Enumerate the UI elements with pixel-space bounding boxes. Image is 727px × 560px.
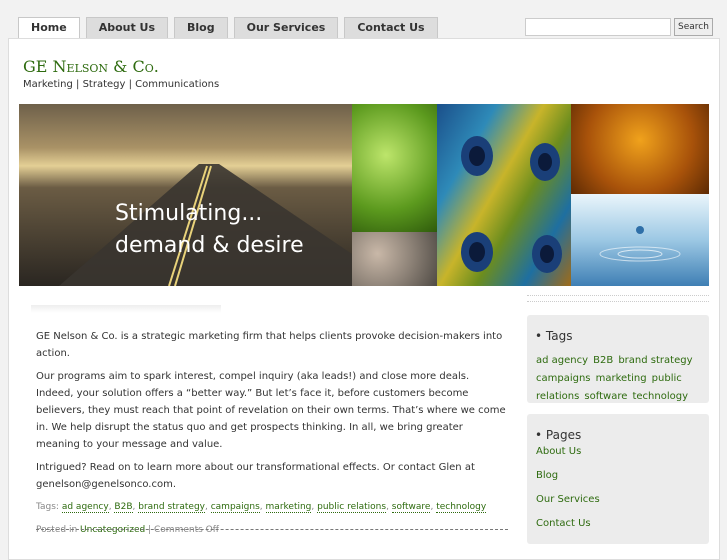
post-tags: Tags: ad agency, B2B, brand strategy, ca…: [36, 502, 487, 513]
site-description: Marketing | Strategy | Communications: [23, 79, 220, 90]
bees-honeycomb-image: [571, 104, 709, 194]
tag-cloud-link[interactable]: technology: [632, 391, 688, 402]
tags-label: Tags:: [36, 502, 59, 512]
pages-widget: • Pages About Us Blog Our Services Conta…: [527, 414, 709, 544]
tag-link[interactable]: brand strategy: [138, 502, 205, 513]
page-link-our-services[interactable]: Our Services: [536, 494, 600, 505]
tag-link[interactable]: ad agency: [61, 502, 109, 513]
tag-cloud: ad agency B2B brand strategy campaigns m…: [536, 350, 706, 404]
tags-widget-title-text: Tags: [545, 329, 573, 343]
tag-cloud-link[interactable]: B2B: [593, 355, 613, 366]
water-ripple-graphic: [599, 226, 681, 262]
tag-link[interactable]: technology: [436, 502, 487, 513]
leaf-droplets-image: [352, 104, 437, 232]
sidebar-divider: [527, 301, 709, 302]
tag-link[interactable]: B2B: [114, 502, 133, 513]
post-content: GE Nelson & Co. is a strategic marketing…: [36, 328, 506, 539]
tags-widget: • Tags ad agency B2B brand strategy camp…: [527, 315, 709, 403]
tag-cloud-link[interactable]: brand strategy: [618, 355, 692, 366]
post-meta: Posted in Uncategorized | Comments Off: [36, 525, 219, 535]
tab-blog[interactable]: Blog: [174, 17, 228, 38]
page-link-contact-us[interactable]: Contact Us: [536, 518, 591, 529]
comments-status: Comments Off: [154, 525, 219, 535]
tag-cloud-link[interactable]: campaigns: [536, 373, 591, 384]
search-button[interactable]: Search: [674, 18, 713, 36]
banner-line-2: demand & desire: [115, 233, 304, 258]
post-paragraph: Intrigued? Read on to learn more about o…: [36, 462, 475, 490]
banner-line-1: Stimulating...: [115, 201, 263, 226]
main-nav: Home About Us Blog Our Services Contact …: [18, 17, 438, 38]
tab-our-services[interactable]: Our Services: [233, 17, 339, 38]
post-paragraph: Our programs aim to spark interest, comp…: [36, 371, 506, 450]
tab-contact-us[interactable]: Contact Us: [344, 17, 438, 38]
tag-cloud-link[interactable]: software: [584, 391, 627, 402]
site-title[interactable]: GE Nelson & Co.: [23, 57, 159, 76]
pages-list: About Us Blog Our Services Contact Us: [536, 440, 600, 536]
posted-label: Posted in: [36, 525, 78, 535]
sidebar-divider: [527, 295, 709, 296]
page-container: GE Nelson & Co. Marketing | Strategy | C…: [8, 38, 720, 560]
tag-link[interactable]: public relations: [317, 502, 387, 513]
tag-link[interactable]: campaigns: [210, 502, 260, 513]
road-image: Stimulating... demand & desire: [19, 104, 352, 286]
search-form: Search: [525, 18, 713, 36]
tag-cloud-link[interactable]: ad agency: [536, 355, 588, 366]
tags-widget-title: • Tags: [535, 329, 573, 343]
category-link[interactable]: Uncategorized: [80, 525, 145, 535]
page-link-blog[interactable]: Blog: [536, 470, 558, 481]
tag-cloud-link[interactable]: marketing: [596, 373, 647, 384]
tag-link[interactable]: marketing: [265, 502, 312, 513]
tab-home[interactable]: Home: [18, 17, 80, 38]
peacock-eyes-graphic: [461, 136, 562, 273]
post-separator: [36, 529, 508, 530]
water-drop-image: [571, 194, 709, 286]
tab-about-us[interactable]: About Us: [85, 17, 169, 38]
post-divider: [31, 305, 221, 313]
banner-text: Stimulating... demand & desire: [115, 198, 304, 262]
page-link-about-us[interactable]: About Us: [536, 446, 581, 457]
peacock-feathers-image: [437, 104, 571, 286]
search-input[interactable]: [525, 18, 671, 36]
tag-link[interactable]: software: [391, 502, 431, 513]
header-banner: Stimulating... demand & desire: [19, 104, 709, 286]
pebbles-image: [352, 232, 437, 286]
post-paragraph: GE Nelson & Co. is a strategic marketing…: [36, 331, 503, 359]
